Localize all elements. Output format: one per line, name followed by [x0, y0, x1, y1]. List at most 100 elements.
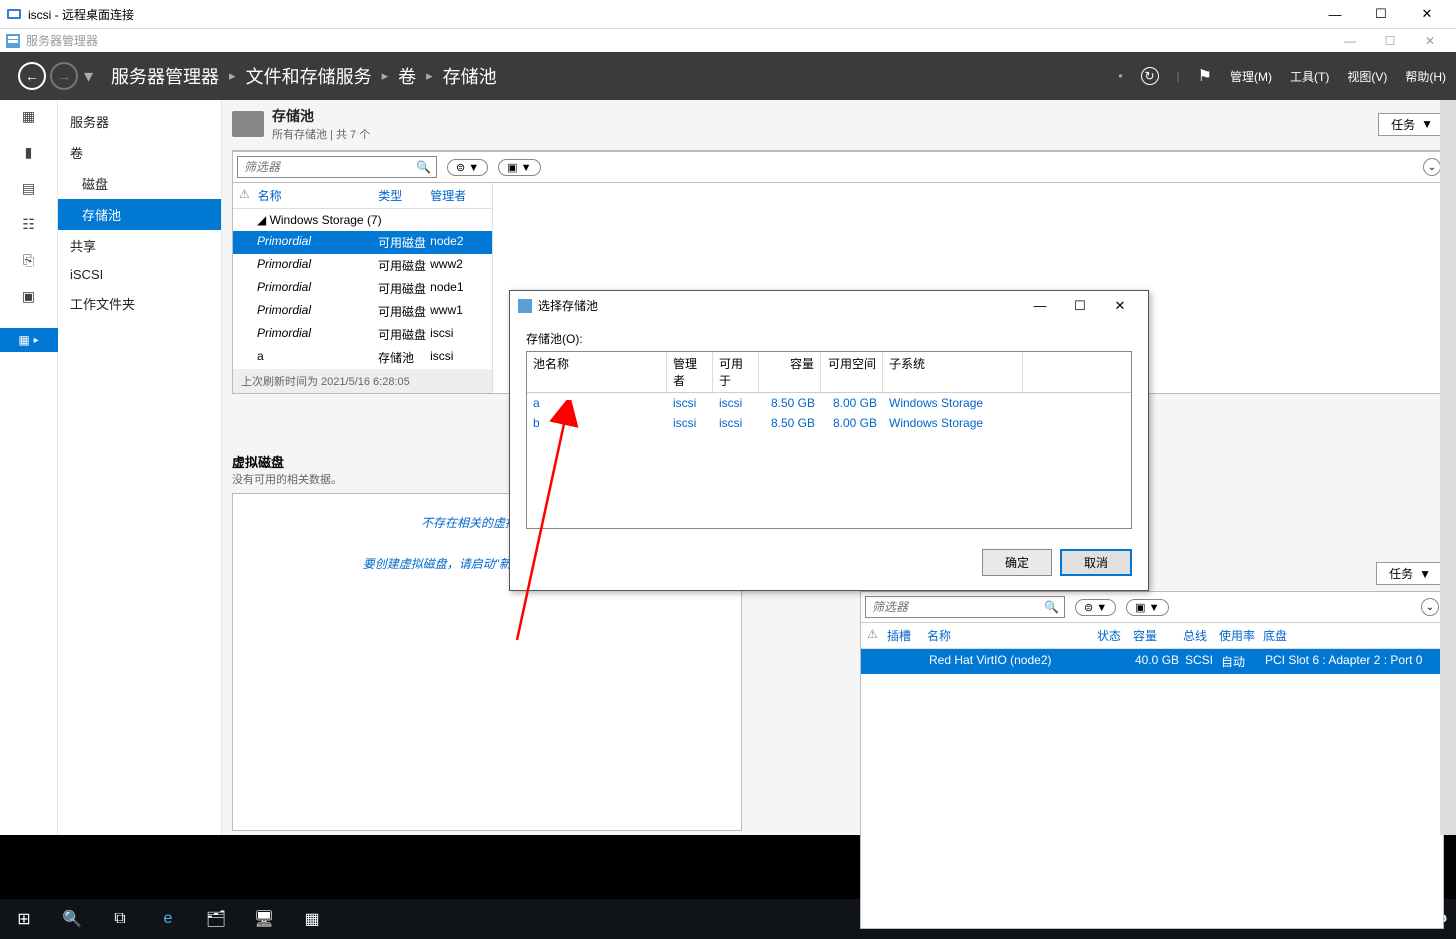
- menu-manage[interactable]: 管理(M): [1230, 68, 1272, 85]
- vdisk-title: 虚拟磁盘: [232, 452, 342, 471]
- dialog-ok-button[interactable]: 确定: [982, 549, 1052, 576]
- edge-button[interactable]: e: [144, 899, 192, 939]
- pool-row[interactable]: Primordial可用磁盘node2: [233, 231, 492, 254]
- pool-row[interactable]: Primordial可用磁盘iscsi: [233, 323, 492, 346]
- breadcrumb-item[interactable]: 文件和存储服务: [246, 63, 372, 89]
- dialog-titlebar: 选择存储池 — ☐ ✕: [510, 291, 1148, 320]
- nav-dropdown-icon[interactable]: ▾: [84, 66, 93, 87]
- refresh-icon[interactable]: ↻: [1141, 67, 1159, 85]
- server-manager-task-button[interactable]: ▦: [288, 899, 336, 939]
- rail-selected-icon[interactable]: ▦ ▸: [0, 328, 58, 352]
- nav-servers[interactable]: 服务器: [58, 106, 221, 137]
- explorer-button[interactable]: 🗂: [192, 899, 240, 939]
- sm-body: ▦ ▮ ▤ ☷ ⎘ ▣ ▦ ▸ 服务器 卷 磁盘 存储池 共享 iSCSI 工作…: [0, 100, 1456, 835]
- app-titlebar: 服务器管理器 — ☐ ✕: [0, 28, 1456, 52]
- search-icon[interactable]: 🔍: [416, 160, 431, 174]
- col-usage[interactable]: 使用率: [1219, 627, 1263, 644]
- pool-group-row[interactable]: ◢ Windows Storage (7): [233, 209, 492, 231]
- app-close-button[interactable]: ✕: [1410, 29, 1450, 53]
- dialog-close-button[interactable]: ✕: [1100, 298, 1140, 314]
- pool-tasks-button[interactable]: 任务 ▼: [1378, 113, 1446, 136]
- menu-tools[interactable]: 工具(T): [1290, 68, 1329, 85]
- rdp-title: iscsi - 远程桌面连接: [28, 6, 1312, 23]
- breadcrumb-item[interactable]: 服务器管理器: [111, 63, 219, 89]
- pool-row[interactable]: Primordial可用磁盘www1: [233, 300, 492, 323]
- dcol-cap[interactable]: 容量: [759, 352, 821, 392]
- pool-filter-row: 🔍 ⊜ ▼ ▣ ▼ ⌄: [233, 151, 1445, 183]
- phys-tasks-button[interactable]: 任务 ▼: [1376, 562, 1444, 585]
- nav-pools[interactable]: 存储池: [58, 199, 221, 230]
- col-chassis[interactable]: 底盘: [1263, 627, 1437, 644]
- nav-volumes[interactable]: 卷: [58, 137, 221, 168]
- app-min-button[interactable]: —: [1330, 29, 1370, 53]
- rdp-close-button[interactable]: ✕: [1404, 0, 1450, 28]
- breadcrumb-item[interactable]: 存储池: [443, 63, 497, 89]
- dialog-max-button[interactable]: ☐: [1060, 298, 1100, 314]
- rail-iscsi-icon[interactable]: ▣: [19, 288, 39, 306]
- rdp-max-button[interactable]: ☐: [1358, 0, 1404, 28]
- col-name[interactable]: 名称: [927, 627, 1097, 644]
- nav-disks[interactable]: 磁盘: [58, 168, 221, 199]
- col-status[interactable]: 状态: [1097, 627, 1133, 644]
- rail-share-icon[interactable]: ⎘: [19, 252, 39, 270]
- pool-row[interactable]: Primordial可用磁盘www2: [233, 254, 492, 277]
- pool-grid-header: ⚠ 名称 类型 管理者: [233, 183, 492, 209]
- filter-tags-button[interactable]: ⊜ ▼: [447, 159, 488, 176]
- nav-work[interactable]: 工作文件夹: [58, 288, 221, 319]
- phys-expand-button[interactable]: ⌄: [1421, 598, 1439, 616]
- rail-all-icon[interactable]: ▤: [19, 180, 39, 198]
- menu-help[interactable]: 帮助(H): [1405, 68, 1446, 85]
- pool-section-icon: [232, 111, 264, 137]
- dialog-row[interactable]: aiscsiiscsi8.50 GB8.00 GBWindows Storage: [527, 393, 1131, 413]
- phys-tags-button[interactable]: ⊜ ▼: [1075, 599, 1116, 616]
- col-name[interactable]: 名称: [258, 187, 379, 204]
- rdp-icon: [6, 6, 22, 22]
- dialog-row[interactable]: biscsiiscsi8.50 GB8.00 GBWindows Storage: [527, 413, 1131, 433]
- dcol-sub[interactable]: 子系统: [883, 352, 1023, 392]
- nav-shares[interactable]: 共享: [58, 230, 221, 261]
- rail-file-icon[interactable]: ☷: [19, 216, 39, 234]
- pool-section-header: 存储池 所有存储池 | 共 7 个 任务 ▼: [232, 106, 1446, 142]
- dcol-avail[interactable]: 可用于: [713, 352, 759, 392]
- filter-expand-button[interactable]: ⌄: [1423, 158, 1441, 176]
- notifications-icon[interactable]: ⚑: [1198, 66, 1212, 86]
- phys-panel: 任务 ▼ 🔍 ⊜ ▼ ▣ ▼ ⌄ ⚠ 插槽 名称 状态 容量: [860, 562, 1444, 929]
- vdisk-sub: 没有可用的相关数据。: [232, 471, 342, 487]
- app-max-button[interactable]: ☐: [1370, 29, 1410, 53]
- rdp-task-button[interactable]: 🖥: [240, 899, 288, 939]
- scrollbar[interactable]: [1440, 100, 1456, 835]
- breadcrumb-item[interactable]: 卷: [398, 63, 416, 89]
- search-button[interactable]: 🔍: [48, 899, 96, 939]
- col-bus[interactable]: 总线: [1183, 627, 1219, 644]
- col-cap[interactable]: 容量: [1133, 627, 1183, 644]
- breadcrumb: 服务器管理器▸ 文件和存储服务▸ 卷▸ 存储池: [111, 63, 497, 89]
- phys-row[interactable]: Red Hat VirtIO (node2) 40.0 GB SCSI 自动 P…: [861, 649, 1443, 674]
- start-button[interactable]: ⊞: [0, 899, 48, 939]
- dialog-cancel-button[interactable]: 取消: [1060, 549, 1132, 576]
- filter-save-button[interactable]: ▣ ▼: [498, 159, 540, 176]
- col-mgr[interactable]: 管理者: [430, 187, 486, 204]
- dcol-free[interactable]: 可用空间: [821, 352, 883, 392]
- pool-row[interactable]: a存储池iscsi: [233, 346, 492, 369]
- taskview-button[interactable]: ⧉: [96, 899, 144, 939]
- pool-row[interactable]: Primordial可用磁盘node1: [233, 277, 492, 300]
- server-manager-icon: [6, 34, 20, 48]
- dcol-name[interactable]: 池名称: [527, 352, 667, 392]
- dialog-min-button[interactable]: —: [1020, 298, 1060, 314]
- col-slot[interactable]: 插槽: [887, 627, 927, 644]
- pool-filter-input[interactable]: [237, 156, 437, 178]
- rail-dashboard-icon[interactable]: ▦: [19, 108, 39, 126]
- rail-local-icon[interactable]: ▮: [19, 144, 39, 162]
- nav-back-button[interactable]: ←: [18, 62, 46, 90]
- nav-iscsi[interactable]: iSCSI: [58, 261, 221, 288]
- phys-filter-input[interactable]: [865, 596, 1065, 618]
- refresh-note: 上次刷新时间为 2021/5/16 6:28:05: [233, 369, 492, 393]
- phys-save-button[interactable]: ▣ ▼: [1126, 599, 1168, 616]
- dcol-mgr[interactable]: 管理者: [667, 352, 713, 392]
- rdp-min-button[interactable]: —: [1312, 0, 1358, 28]
- app-title: 服务器管理器: [26, 32, 1330, 49]
- menu-view[interactable]: 视图(V): [1347, 68, 1387, 85]
- sm-header: ← → ▾ 服务器管理器▸ 文件和存储服务▸ 卷▸ 存储池 • ↻ | ⚑ 管理…: [0, 52, 1456, 100]
- search-icon[interactable]: 🔍: [1044, 600, 1059, 614]
- col-type[interactable]: 类型: [378, 187, 430, 204]
